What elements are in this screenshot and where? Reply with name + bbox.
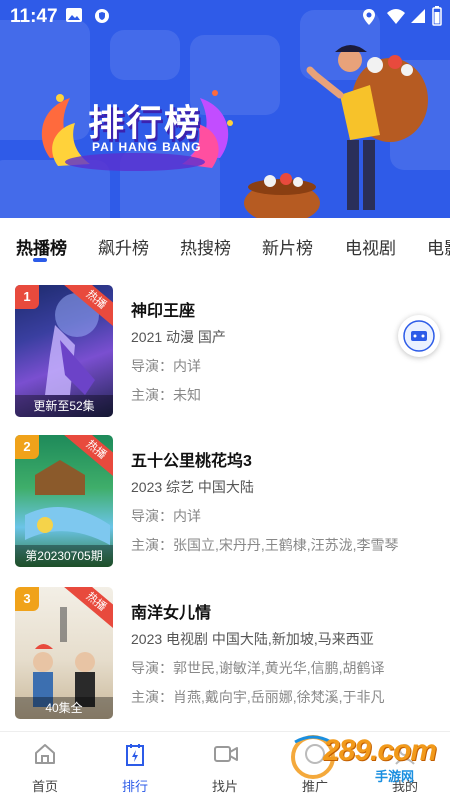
signal-icon (410, 8, 426, 29)
watermark-subtext: 手游网 (375, 769, 415, 784)
rank-badge: 2 (15, 435, 39, 459)
location-icon (362, 8, 376, 31)
poster-caption: 第20230705期 (15, 545, 113, 567)
item-cast: 主演：张国立,宋丹丹,王鹤棣,汪苏泷,李雪琴 (131, 537, 399, 553)
list-item[interactable]: 3 热播 40集全 南洋女儿情 2023 电视剧 中国大陆,新加坡,马来西亚 导… (0, 587, 450, 722)
floating-widget-icon (403, 320, 435, 352)
site-watermark: 289.com 手游网 (285, 728, 450, 788)
item-cast: 主演：肖燕,戴向宇,岳丽娜,徐梵溪,于非凡 (131, 689, 385, 705)
poster-caption: 40集全 (15, 697, 113, 719)
nav-home[interactable]: 首页 (0, 732, 90, 801)
tab-rising[interactable]: 飙升榜 (98, 234, 149, 259)
nav-find-label: 找片 (211, 779, 238, 794)
home-icon (35, 744, 55, 764)
tab-tv-series[interactable]: 电视剧 (345, 234, 396, 259)
item-meta: 2021 动漫 国产 (131, 329, 226, 345)
item-meta: 2023 综艺 中国大陆 (131, 479, 254, 495)
item-meta: 2023 电视剧 中国大陆,新加坡,马来西亚 (131, 631, 374, 647)
nav-ranking[interactable]: 排行 (90, 732, 180, 801)
video-camera-icon (214, 746, 238, 762)
nav-home-label: 首页 (31, 779, 58, 794)
poster-image[interactable]: 2 热播 第20230705期 (15, 435, 113, 567)
item-title[interactable]: 神印王座 (131, 297, 195, 321)
battery-icon (432, 6, 442, 31)
hero-banner: 排行榜 PAI HANG BANG (0, 0, 450, 218)
ranking-logo: 排行榜 PAI HANG BANG (30, 78, 240, 178)
tab-hot-search[interactable]: 热搜榜 (180, 234, 231, 259)
watermark-text: 289.com (323, 734, 437, 767)
item-title[interactable]: 五十公里桃花坞3 (131, 447, 252, 471)
rank-badge: 3 (15, 587, 39, 611)
hero-subtitle: PAI HANG BANG (92, 140, 202, 154)
floating-assistant-button[interactable] (398, 315, 440, 357)
wifi-icon (386, 8, 406, 29)
tab-movies[interactable]: 电影 (427, 234, 450, 259)
status-time: 11:47 (10, 6, 58, 27)
nav-find[interactable]: 找片 (180, 732, 270, 801)
shield-icon (94, 8, 110, 29)
item-director: 导演：内详 (131, 358, 201, 374)
ranking-tabs: 热播榜 飙升榜 热搜榜 新片榜 电视剧 电影 (0, 222, 450, 266)
item-director: 导演：郭世民,谢敏洋,黄光华,信鹏,胡鹤译 (131, 660, 385, 676)
treasure-pot-illustration (244, 173, 320, 218)
list-item[interactable]: 1 热播 更新至52集 神印王座 2021 动漫 国产 导演：内详 主演：未知 (0, 285, 450, 420)
status-bar: 11:47 (0, 0, 450, 32)
tab-hot-play[interactable]: 热播榜 (16, 234, 67, 259)
hero-title: 排行榜 (88, 103, 203, 144)
gallery-icon (66, 8, 82, 27)
active-tab-indicator (33, 258, 47, 262)
poster-image[interactable]: 1 热播 更新至52集 (15, 285, 113, 417)
poster-caption: 更新至52集 (15, 395, 113, 417)
ranking-icon (126, 744, 144, 766)
rank-badge: 1 (15, 285, 39, 309)
list-item[interactable]: 2 热播 第20230705期 五十公里桃花坞3 2023 综艺 中国大陆 导演… (0, 435, 450, 570)
tab-new-releases[interactable]: 新片榜 (262, 234, 313, 259)
item-title[interactable]: 南洋女儿情 (131, 599, 211, 623)
nav-ranking-label: 排行 (121, 779, 148, 794)
poster-image[interactable]: 3 热播 40集全 (15, 587, 113, 719)
item-director: 导演：内详 (131, 508, 201, 524)
item-cast: 主演：未知 (131, 387, 201, 403)
